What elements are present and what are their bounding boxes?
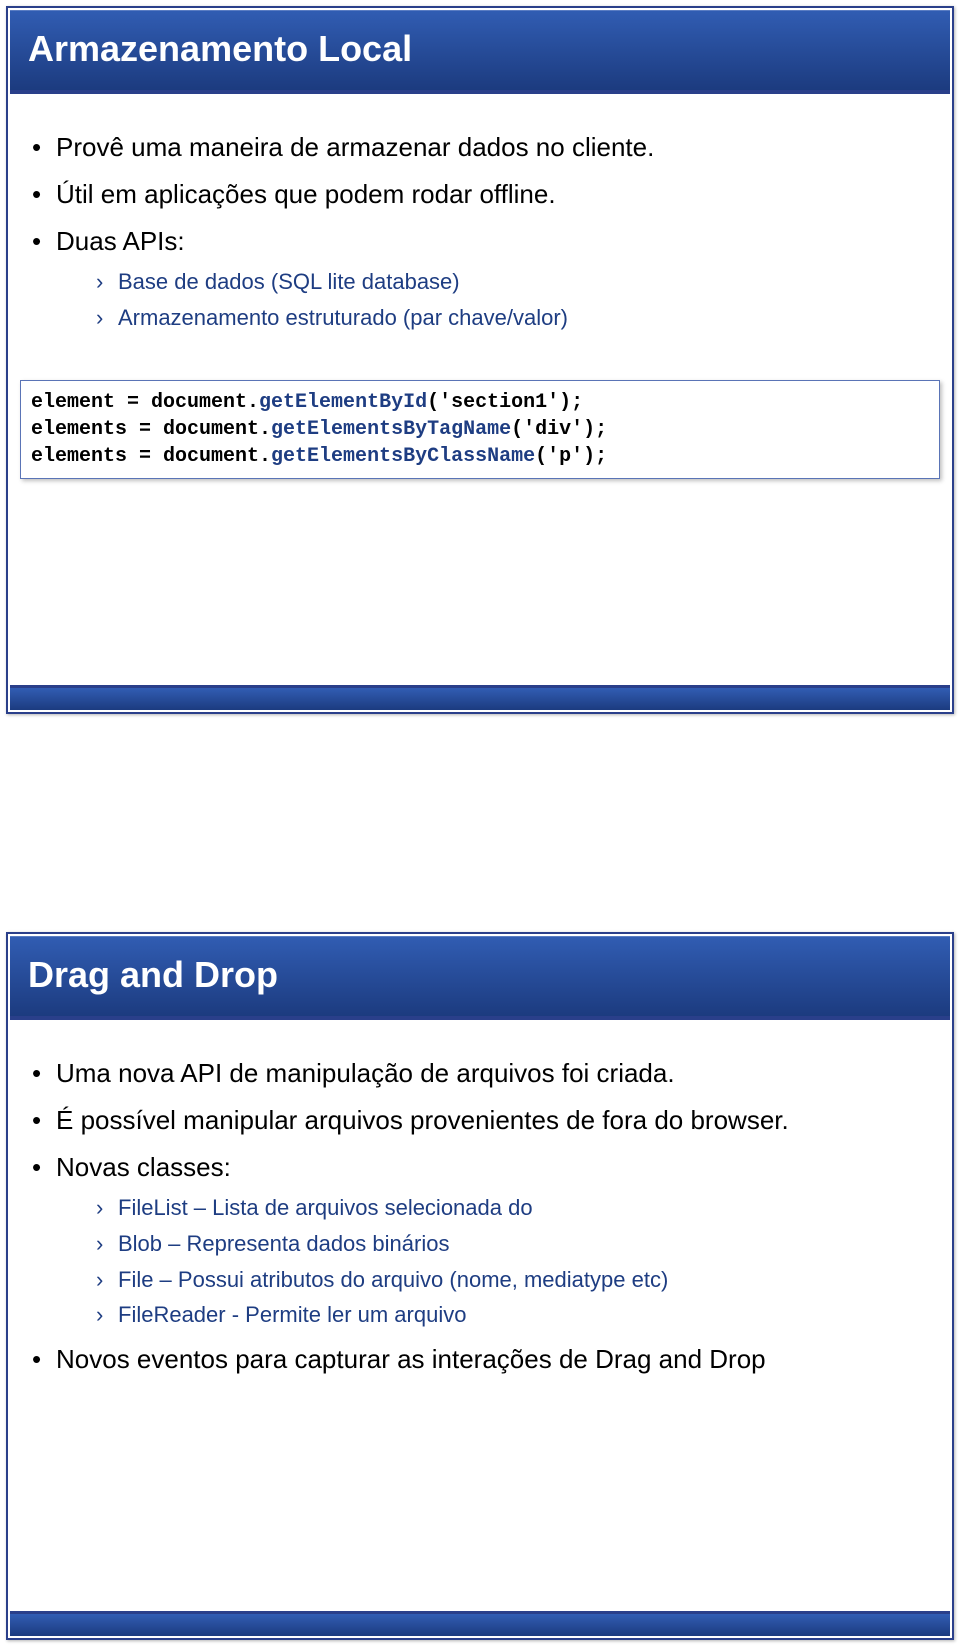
- code-text: ('p');: [535, 445, 607, 468]
- sub-bullet-text: Base de dados (SQL lite database): [118, 269, 460, 294]
- slide-content: Provê uma maneira de armazenar dados no …: [28, 130, 932, 345]
- sub-bullet: Armazenamento estruturado (par chave/val…: [96, 303, 932, 333]
- code-text: ('div');: [511, 418, 607, 441]
- sub-bullet-text: FileList – Lista de arquivos selecionada…: [118, 1195, 533, 1220]
- sub-bullet-text: Blob – Representa dados binários: [118, 1231, 449, 1256]
- sub-bullet-text: Armazenamento estruturado (par chave/val…: [118, 305, 568, 330]
- title-band: Drag and Drop: [10, 936, 950, 1016]
- bullet-text: Novas classes:: [56, 1152, 231, 1182]
- bullet-text: Útil em aplicações que podem rodar offli…: [56, 179, 556, 209]
- sub-bullet: FileList – Lista de arquivos selecionada…: [96, 1193, 932, 1223]
- bullet: Novos eventos para capturar as interaçõe…: [28, 1342, 932, 1377]
- code-line: element = document.getElementById('secti…: [31, 389, 929, 416]
- slide-armazenamento-local: Armazenamento Local Provê uma maneira de…: [0, 0, 960, 720]
- bullet: Uma nova API de manipulação de arquivos …: [28, 1056, 932, 1091]
- bullet: Duas APIs: Base de dados (SQL lite datab…: [28, 224, 932, 332]
- slide-title: Drag and Drop: [10, 936, 950, 996]
- code-keyword: getElementsByClassName: [271, 445, 535, 468]
- code-text: elements = document.: [31, 445, 271, 468]
- slide-frame: [6, 6, 954, 714]
- slide-drag-and-drop: Drag and Drop Uma nova API de manipulaçã…: [0, 926, 960, 1646]
- bottom-band: [10, 688, 950, 710]
- bullet-text: Novos eventos para capturar as interaçõe…: [56, 1344, 766, 1374]
- slide-title: Armazenamento Local: [10, 10, 950, 70]
- code-keyword: getElementsByTagName: [271, 418, 511, 441]
- slide-content: Uma nova API de manipulação de arquivos …: [28, 1056, 932, 1389]
- sub-bullet-text: FileReader - Permite ler um arquivo: [118, 1302, 466, 1327]
- bullet-text: Provê uma maneira de armazenar dados no …: [56, 132, 654, 162]
- code-line: elements = document.getElementsByTagName…: [31, 416, 929, 443]
- bottom-band: [10, 1614, 950, 1636]
- bullet: É possível manipular arquivos provenient…: [28, 1103, 932, 1138]
- slide-gap: [0, 720, 960, 926]
- title-underline: [10, 90, 950, 94]
- title-band: Armazenamento Local: [10, 10, 950, 90]
- sub-bullet-text: File – Possui atributos do arquivo (nome…: [118, 1267, 668, 1292]
- code-text: elements = document.: [31, 418, 271, 441]
- bullet-text: É possível manipular arquivos provenient…: [56, 1105, 789, 1135]
- bullet: Provê uma maneira de armazenar dados no …: [28, 130, 932, 165]
- bullet: Útil em aplicações que podem rodar offli…: [28, 177, 932, 212]
- code-text: ('section1');: [427, 391, 583, 414]
- code-line: elements = document.getElementsByClassNa…: [31, 443, 929, 470]
- bullet-text: Uma nova API de manipulação de arquivos …: [56, 1058, 675, 1088]
- code-keyword: getElementById: [259, 391, 427, 414]
- sub-bullet: FileReader - Permite ler um arquivo: [96, 1300, 932, 1330]
- title-underline: [10, 1016, 950, 1020]
- sub-bullet: File – Possui atributos do arquivo (nome…: [96, 1265, 932, 1295]
- code-box: element = document.getElementById('secti…: [20, 380, 940, 479]
- code-text: element = document.: [31, 391, 259, 414]
- bullet: Novas classes: FileList – Lista de arqui…: [28, 1150, 932, 1330]
- bullet-text: Duas APIs:: [56, 226, 185, 256]
- sub-bullet: Blob – Representa dados binários: [96, 1229, 932, 1259]
- sub-bullet: Base de dados (SQL lite database): [96, 267, 932, 297]
